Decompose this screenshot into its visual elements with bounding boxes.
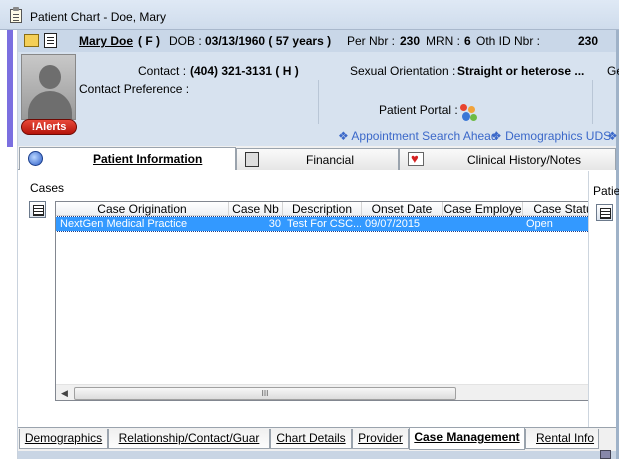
patient-banner: Mary Doe ( F ) DOB : 03/13/1960 ( 57 yea… [18,30,619,146]
col-case-employer[interactable]: Case Employe [443,202,523,216]
table-row[interactable]: NextGen Medical Practice 30 Test For CSC… [56,216,601,232]
demographics-uds-link[interactable]: ❖ Demographics UDS [491,129,611,143]
document-list-icon[interactable] [44,33,57,48]
banner-divider-right [592,80,593,124]
tab-label: Chart Details [276,431,346,445]
open-folder-icon[interactable] [24,34,39,47]
tab-label: Patient Information [93,152,203,166]
cases-label: Cases [30,181,65,195]
col-case-origination[interactable]: Case Origination [56,202,229,216]
accent-strip [7,30,13,147]
avatar-head [39,65,61,89]
scroll-thumb[interactable]: III [74,387,456,400]
alerts-button[interactable]: !Alerts [21,119,77,135]
bottom-tab-bar: Demographics Relationship/Contact/Guar C… [18,427,616,451]
tab-patient-information[interactable]: Patient Information [19,147,236,170]
tab-label: Financial [306,153,355,167]
tab-chart-details[interactable]: Chart Details [270,429,352,449]
case-management-panel: Cases Case Origination Case Nb Descripti… [18,171,619,427]
side-panel-clipped: Patien [588,171,619,427]
side-list-options-icon[interactable] [596,204,613,221]
tab-label: Clinical History/Notes [467,153,582,167]
patient-sex: ( F ) [138,34,160,48]
contact-preference-label: Contact Preference : [79,82,190,96]
window-title: Patient Chart - Doe, Mary [30,10,167,24]
orientation-clip: Ge [607,64,619,78]
tab-label: Rental Info [536,431,595,445]
cell-onset-date: 09/07/2015 [365,218,421,230]
tab-label: Demographics [24,431,103,445]
orientation-label: Sexual Orientation : [350,64,456,78]
patient-portal-icon[interactable] [459,103,481,123]
dob-value: 03/13/1960 ( 57 years ) [205,34,332,48]
mrn-value: 6 [464,34,471,48]
tab-relationship-contact-guar[interactable]: Relationship/Contact/Guar [108,429,270,449]
patient-name-link[interactable]: Mary Doe [79,34,133,48]
tab-case-management[interactable]: Case Management [409,428,525,450]
cell-case-employer [446,217,522,231]
oth-id-value: 230 [578,34,599,48]
oth-id-label: Oth ID Nbr : [476,34,541,48]
cases-grid-header: Case Origination Case Nb Description Ons… [56,202,601,216]
globe-icon [28,151,43,166]
tab-label: Provider [358,431,403,445]
cell-case-origination: NextGen Medical Practice [60,218,188,230]
appointment-search-ahead-link[interactable]: ❖ Appointment Search Ahead [338,129,498,143]
contact-value: (404) 321-3131 ( H ) [190,64,299,78]
banner-top-row: Mary Doe ( F ) DOB : 03/13/1960 ( 57 yea… [18,30,616,52]
heart-monitor-icon [408,151,424,166]
clipboard-icon [10,7,22,23]
avatar[interactable] [21,54,76,120]
cases-grid[interactable]: Case Origination Case Nb Description Ons… [55,201,602,401]
col-onset-date[interactable]: Onset Date [362,202,443,216]
main-tab-bar: Patient Information Financial Clinical H… [18,146,616,170]
tab-clinical-history-notes[interactable]: Clinical History/Notes [399,148,616,170]
banner-divider [318,80,319,124]
title-bar: Patient Chart - Doe, Mary [0,0,619,30]
status-icon [600,450,611,459]
cell-description: Test For CSC... [287,218,361,230]
more-links-clip[interactable]: ❖ [607,129,618,143]
orientation-value: Straight or heterose ... [457,64,585,78]
patient-portal-label: Patient Portal : [379,103,458,117]
scroll-left-icon[interactable]: ◀ [61,388,68,399]
tab-provider[interactable]: Provider [352,429,409,449]
mrn-label: MRN : [426,34,460,48]
tab-financial[interactable]: Financial [236,148,399,170]
tab-demographics[interactable]: Demographics [19,429,108,449]
per-nbr-label: Per Nbr : [347,34,396,48]
contact-label: Contact : [138,64,187,78]
col-case-nb[interactable]: Case Nb [229,202,283,216]
calculator-icon [245,152,259,167]
cases-list-options-icon[interactable] [29,201,46,218]
tab-rental-info[interactable]: Rental Info [525,429,599,449]
horizontal-scrollbar[interactable]: ◀ III [56,384,601,400]
tab-label: Relationship/Contact/Guar [118,431,260,445]
avatar-body [28,91,72,119]
per-nbr-value: 230 [400,34,421,48]
footer-strip [18,451,616,459]
dob-label: DOB : [169,34,202,48]
tab-label: Case Management [414,430,520,444]
side-panel-label: Patien [593,184,619,198]
col-description[interactable]: Description [283,202,362,216]
cell-case-nb: 30 [268,218,281,230]
